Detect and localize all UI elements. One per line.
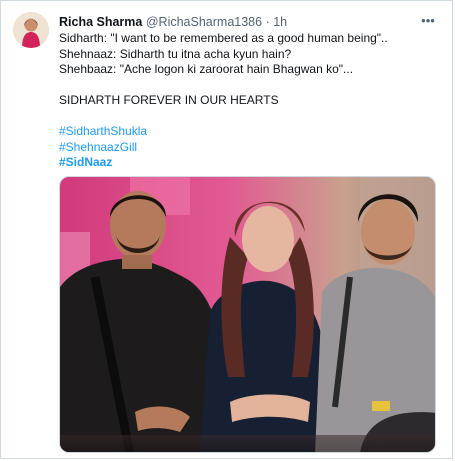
photo-image [60,177,435,452]
more-options-button[interactable]: ••• [418,11,438,31]
ellipsis-icon: ••• [421,13,435,28]
user-handle[interactable]: @RichaSharma1386 [146,15,262,29]
tweet-card[interactable]: Richa Sharma @RichaSharma1386 · 1h ••• S… [0,0,453,459]
tweet-line: Shehnaaz: Sidharth tu itna acha kyun hai… [59,46,292,61]
tweet-text: Sidharth: "I want to be remembered as a … [59,31,436,171]
avatar-image [13,12,49,48]
avatar[interactable] [13,12,49,48]
hashtag-link[interactable]: #ShehnaazGill [59,140,436,156]
separator-dot: · [265,15,270,29]
hashtag-link[interactable]: #SidharthShukla [59,124,436,140]
tweet-line: SIDHARTH FOREVER IN OUR HEARTS [59,93,279,107]
tweet-header: Richa Sharma @RichaSharma1386 · 1h [59,14,287,30]
timestamp[interactable]: 1h [273,15,287,29]
tweet-line: Shehbaaz: "Ache logon ki zaroorat hain B… [59,62,354,76]
tweet-line: Sidharth: "I want to be remembered as a … [59,31,388,45]
tweet-media-photo[interactable] [59,176,436,453]
display-name[interactable]: Richa Sharma [59,15,142,29]
hashtag-link[interactable]: #SidNaaz [59,155,436,171]
